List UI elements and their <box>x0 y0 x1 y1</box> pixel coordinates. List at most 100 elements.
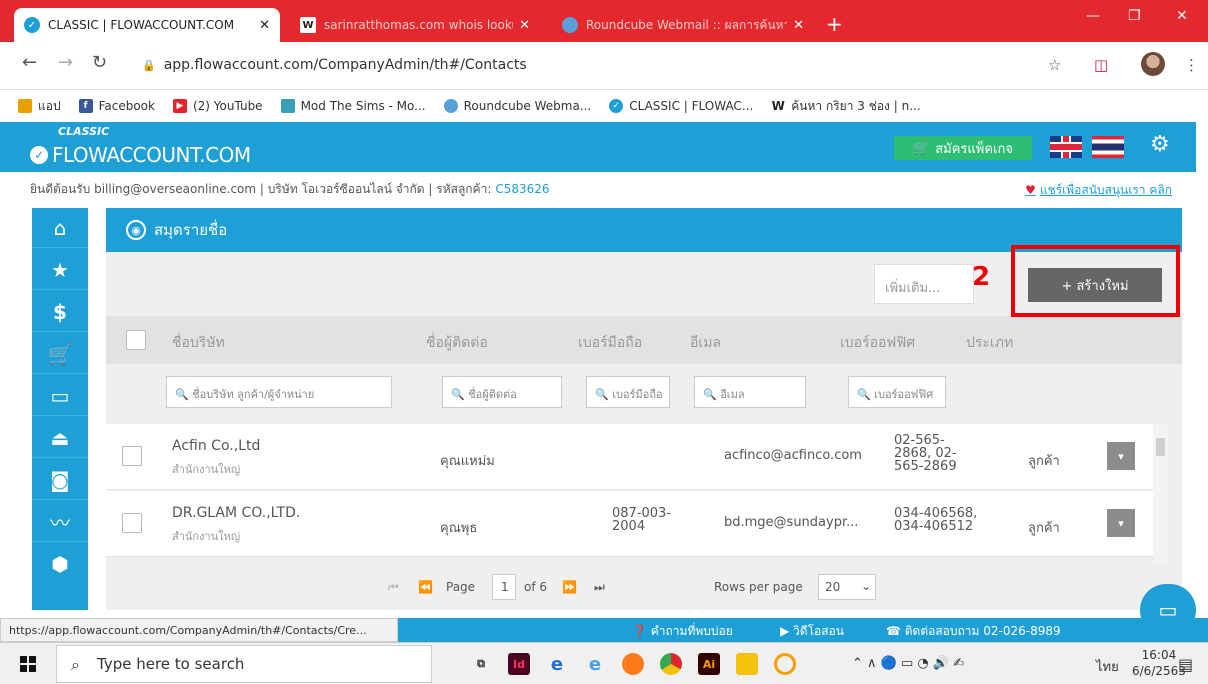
bookmark-apps[interactable]: แอป <box>18 97 61 116</box>
url-field[interactable]: 🔒 app.flowaccount.com/CompanyAdmin/th#/C… <box>128 50 1056 80</box>
first-page-icon[interactable]: ⏮ <box>388 580 399 595</box>
heart-icon: ♥ <box>1025 183 1036 197</box>
support-link[interactable]: ♥ แชร์เพื่อสนับสนุนเรา คลิก <box>1025 181 1172 200</box>
bookmark-facebook[interactable]: f Facebook <box>78 99 155 113</box>
scrollbar-thumb[interactable] <box>1156 438 1165 456</box>
maximize-icon[interactable]: ❐ <box>1128 8 1141 24</box>
filter-office-input[interactable]: 🔍 เบอร์ออฟฟิศ <box>848 376 946 408</box>
modthesims-icon <box>280 99 295 113</box>
close-window-icon[interactable]: ✕ <box>1176 8 1188 24</box>
table-header: ชื่อบริษัท ชื่อผู้ติดต่อ เบอร์มือถือ อีเ… <box>106 316 1182 364</box>
filter-mobile-input[interactable]: 🔍 เบอร์มือถือ <box>586 376 670 408</box>
col-email[interactable]: อีเมล <box>690 332 721 354</box>
notification-icon[interactable]: ▤ <box>1178 655 1193 674</box>
edge-icon[interactable]: e <box>546 653 568 675</box>
task-view-icon[interactable]: ⧉ <box>470 653 492 675</box>
col-type[interactable]: ประเภท <box>966 332 1013 354</box>
more-search-input[interactable]: เพิ่มเติม... <box>874 264 974 304</box>
rows-per-page-select[interactable]: 20 ⌄ <box>818 574 876 600</box>
box-icon[interactable]: ⬢ <box>32 544 88 584</box>
tray-icons[interactable]: ⌃ ∧ 🔵 ▭ ◔ 🔊 ✍ <box>852 656 964 671</box>
explorer-icon[interactable] <box>736 653 758 675</box>
taskbar-search-input[interactable]: ⌕ Type here to search <box>56 645 432 683</box>
firefox-icon[interactable] <box>622 653 644 675</box>
contact-book-icon: ◉ <box>126 220 146 240</box>
bookmark-star-icon[interactable]: ☆ <box>1048 56 1061 74</box>
signup-package-button[interactable]: 🛒 สมัครแพ็คเกจ <box>894 136 1032 160</box>
minimize-icon[interactable]: — <box>1086 8 1100 24</box>
tab-title: Roundcube Webmail :: ผลการค้นหา <box>586 17 788 32</box>
filter-email-input[interactable]: 🔍 อีเมล <box>694 376 806 408</box>
faq-link[interactable]: ❓ คำถามที่พบบ่อย <box>632 622 733 641</box>
star-icon[interactable]: ★ <box>32 250 88 290</box>
reload-icon[interactable]: ↻ <box>92 52 107 73</box>
settings-gear-icon[interactable]: ⚙ <box>1150 132 1170 157</box>
dollar-icon[interactable]: $ <box>32 292 88 332</box>
col-contact[interactable]: ชื่อผู้ติดต่อ <box>426 332 488 354</box>
row-action-dropdown-icon[interactable]: ▾ <box>1107 509 1135 537</box>
app-header: CLASSIC ✓ FLOWACCOUNT.COM 🛒 สมัครแพ็คเกจ… <box>0 122 1196 172</box>
logo[interactable]: ✓ FLOWACCOUNT.COM <box>30 143 251 167</box>
home-icon[interactable]: ⌂ <box>32 208 88 248</box>
video-link[interactable]: ▶ วิดีโอสอน <box>780 622 844 641</box>
page-number-input[interactable]: 1 <box>492 574 516 600</box>
windows-start-icon[interactable] <box>20 656 36 672</box>
table-row[interactable]: DR.GLAM CO.,LTD. สำนักงานใหญ่ คุณพุธ 087… <box>106 491 1168 557</box>
upload-icon[interactable]: ⏏ <box>32 418 88 458</box>
chart-icon[interactable]: 〰 <box>32 502 88 542</box>
ie-icon[interactable]: e <box>584 653 606 675</box>
tab-whois[interactable]: W sarinratthomas.com whois lookup ✕ <box>290 8 540 42</box>
browser-tab-bar: ✓ CLASSIC | FLOWACCOUNT.COM ✕ W sarinrat… <box>0 0 1208 42</box>
facebook-icon: f <box>78 99 93 113</box>
row-checkbox[interactable] <box>122 446 142 466</box>
app-icon[interactable] <box>774 653 796 675</box>
windows-taskbar: ⌕ Type here to search ⧉ Id e e Ai ⌃ ∧ 🔵 … <box>0 642 1208 684</box>
page-of-label: of 6 <box>524 580 548 594</box>
bookmark-wordsearch[interactable]: W ค้นหา กริยา 3 ช่อง | n... <box>771 97 921 116</box>
bookmark-youtube[interactable]: ▶ (2) YouTube <box>172 99 263 113</box>
english-flag-icon[interactable] <box>1050 136 1082 158</box>
forward-icon[interactable]: → <box>58 52 73 73</box>
extension-icon[interactable]: ◫ <box>1094 56 1108 74</box>
bookmark-modthesims[interactable]: Mod The Sims - Mo... <box>280 99 426 113</box>
close-tab-icon[interactable]: ✕ <box>259 18 270 33</box>
table-scrollbar[interactable] <box>1153 424 1168 564</box>
input-language[interactable]: ไทย <box>1096 656 1119 677</box>
col-office[interactable]: เบอร์ออฟฟิศ <box>840 332 915 354</box>
select-all-checkbox[interactable] <box>126 330 146 350</box>
logo-check-icon: ✓ <box>30 146 48 164</box>
col-company[interactable]: ชื่อบริษัท <box>172 332 225 354</box>
annotation-number: 2 <box>972 262 991 292</box>
youtube-icon: ▶ <box>172 99 187 113</box>
col-mobile[interactable]: เบอร์มือถือ <box>578 332 642 354</box>
back-icon[interactable]: ← <box>22 52 37 73</box>
new-tab-button[interactable]: + <box>826 12 843 36</box>
last-page-icon[interactable]: ⏭ <box>594 580 605 595</box>
tab-flowaccount[interactable]: ✓ CLASSIC | FLOWACCOUNT.COM ✕ <box>14 8 280 42</box>
thai-flag-icon[interactable] <box>1092 136 1124 158</box>
filter-row: 🔍 ชื่อบริษัท ลูกค้า/ผู้จำหน่าย 🔍 ชื่อผู้… <box>106 364 1182 422</box>
next-page-icon[interactable]: ⏩ <box>562 580 577 594</box>
money-icon[interactable]: ◙ <box>32 460 88 500</box>
tab-roundcube[interactable]: Roundcube Webmail :: ผลการค้นหา ✕ <box>552 8 814 42</box>
close-tab-icon[interactable]: ✕ <box>519 18 530 33</box>
close-tab-icon[interactable]: ✕ <box>793 18 804 33</box>
illustrator-icon[interactable]: Ai <box>698 653 720 675</box>
indesign-icon[interactable]: Id <box>508 653 530 675</box>
row-checkbox[interactable] <box>122 513 142 533</box>
menu-dots-icon[interactable]: ⋮ <box>1184 56 1199 74</box>
chrome-icon[interactable] <box>660 653 682 675</box>
bookmark-flowaccount[interactable]: ✓ CLASSIC | FLOWAC... <box>609 99 753 113</box>
card-icon[interactable]: ▭ <box>32 376 88 416</box>
profile-avatar[interactable] <box>1141 52 1165 76</box>
contact-link[interactable]: ☎ ติดต่อสอบถาม 02-026-8989 <box>886 622 1061 641</box>
chat-bubble-icon[interactable]: ▭ <box>1140 584 1196 636</box>
filter-contact-input[interactable]: 🔍 ชื่อผู้ติดต่อ <box>442 376 562 408</box>
bookmark-roundcube[interactable]: Roundcube Webma... <box>443 99 591 113</box>
cart-icon[interactable]: 🛒 <box>32 334 88 374</box>
row-action-dropdown-icon[interactable]: ▾ <box>1107 442 1135 470</box>
office-number: 02-565- 2868, 02- 565-2869 <box>894 433 957 474</box>
filter-company-input[interactable]: 🔍 ชื่อบริษัท ลูกค้า/ผู้จำหน่าย <box>166 376 392 408</box>
table-row[interactable]: Acfin Co.,Ltd สำนักงานใหญ่ คุณแหม่ม acfi… <box>106 424 1168 490</box>
prev-page-icon[interactable]: ⏪ <box>418 580 433 594</box>
